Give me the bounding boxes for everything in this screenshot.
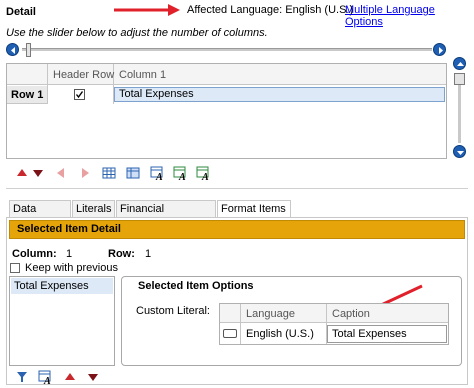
edit-cell-icon[interactable]: A: [150, 166, 164, 180]
filter-icon[interactable]: [15, 370, 29, 384]
vertical-scrollbar[interactable]: [453, 57, 467, 159]
chevron-right-icon: [439, 47, 443, 54]
header-row-checkbox[interactable]: [74, 89, 85, 100]
custom-literal-table: Language Caption English (U.S.) Total Ex…: [219, 303, 449, 345]
grid-row-label: Row 1: [11, 89, 44, 101]
column-label: Column:: [12, 248, 57, 260]
grid-header-header-row: Header Row: [53, 69, 115, 81]
grid-header-column-1: Column 1: [119, 69, 167, 81]
table-grid-icon[interactable]: [126, 166, 140, 180]
column-grid: Header Row Column 1 Row 1 Total Expenses: [6, 63, 447, 159]
slider-left-button[interactable]: [6, 43, 19, 56]
row-label: Row:: [108, 248, 135, 260]
list-item[interactable]: Total Expenses: [11, 278, 113, 294]
arrow-right-icon[interactable]: [78, 166, 92, 180]
grid-cell-value[interactable]: Total Expenses: [115, 85, 194, 103]
tab-format-items[interactable]: Format Items: [217, 200, 291, 217]
chevron-left-icon: [11, 47, 15, 54]
multiple-language-options-link[interactable]: Multiple Language Options: [345, 4, 474, 28]
tab-literals[interactable]: Literals: [72, 200, 115, 217]
chevron-down-icon: [457, 151, 464, 155]
move-up-icon[interactable]: [63, 370, 77, 384]
keep-with-previous-label: Keep with previous: [25, 262, 118, 274]
literal-caption-cell[interactable]: Total Expenses: [328, 325, 407, 343]
selected-items-list[interactable]: Total Expenses: [9, 276, 115, 366]
tab-financial-workbook[interactable]: Financial Workbook: [116, 200, 216, 231]
slider-instruction: Use the slider below to adjust the numbe…: [6, 27, 268, 39]
svg-text:A: A: [178, 172, 186, 180]
section-title: Detail: [6, 6, 36, 18]
svg-text:A: A: [201, 172, 209, 180]
custom-literal-label: Custom Literal:: [136, 305, 210, 317]
selected-item-banner: Selected Item Detail: [9, 220, 465, 239]
affected-language-label: Affected Language: English (U.S.): [187, 4, 354, 16]
move-down-icon[interactable]: [86, 370, 100, 384]
edit-header-icon[interactable]: A: [173, 166, 187, 180]
arrow-up-icon[interactable]: [15, 166, 29, 180]
scroll-up-button[interactable]: [453, 57, 466, 70]
tab-data-points[interactable]: Data Points: [9, 200, 71, 231]
column-value: 1: [66, 248, 73, 260]
arrow-down-icon[interactable]: [31, 166, 45, 180]
options-title: Selected Item Options: [138, 280, 254, 292]
checkmark-icon: [75, 91, 84, 99]
insert-table-icon[interactable]: [102, 166, 116, 180]
literal-header-language: Language: [246, 308, 295, 320]
callout-arrow-icon: [114, 4, 180, 16]
row-edit-icon[interactable]: [223, 329, 237, 338]
literal-language-cell: English (U.S.): [246, 328, 314, 340]
scroll-down-button[interactable]: [453, 145, 466, 158]
svg-text:A: A: [43, 376, 51, 384]
edit-row-icon[interactable]: A: [196, 166, 210, 180]
svg-text:A: A: [155, 172, 163, 180]
chevron-up-icon: [457, 62, 464, 66]
arrow-left-icon[interactable]: [54, 166, 68, 180]
row-value: 1: [145, 248, 152, 260]
literal-header-caption: Caption: [332, 308, 370, 320]
keep-with-previous-checkbox[interactable]: [10, 263, 20, 273]
slider-right-button[interactable]: [433, 43, 446, 56]
edit-literal-icon[interactable]: A: [38, 370, 52, 384]
column-slider[interactable]: [6, 43, 447, 57]
slider-thumb[interactable]: [26, 43, 31, 57]
